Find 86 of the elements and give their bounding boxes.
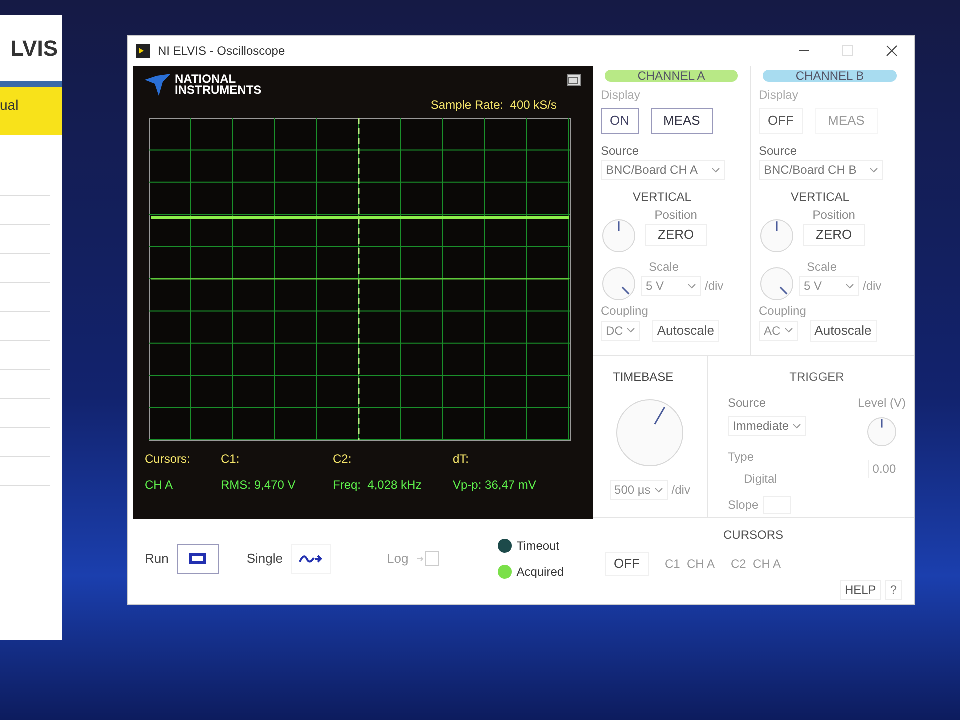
readout-value: RMS: 9,470 V <box>221 477 297 494</box>
scale-dropdown[interactable]: 5 V <box>641 276 701 296</box>
field-label: Source <box>601 143 640 160</box>
header-banner: ual <box>0 87 62 135</box>
unit-label: /div <box>672 482 690 499</box>
window-restore-icon[interactable] <box>567 74 581 86</box>
autoscale-button[interactable]: Autoscale <box>810 320 877 342</box>
readout-value: Vp-p: 36,47 mV <box>453 477 538 494</box>
trigger-source-dropdown[interactable]: Immediate <box>728 416 806 436</box>
field-label: Type <box>728 449 756 466</box>
source-dropdown[interactable]: BNC/Board CH B <box>759 160 883 180</box>
status-label: Timeout <box>516 538 560 555</box>
readout-label: C2: <box>333 451 353 468</box>
single-button[interactable] <box>291 544 331 574</box>
maximize-icon[interactable] <box>842 45 854 57</box>
scale-knob[interactable] <box>601 266 637 302</box>
readout-value: Freq: 4,028 kHz <box>333 477 423 494</box>
help-button[interactable]: HELP <box>840 580 882 600</box>
timebase-dropdown[interactable]: 500 µs <box>610 480 668 500</box>
scale-dropdown[interactable]: 5 V <box>799 276 859 296</box>
coupling-dropdown[interactable]: AC <box>759 320 798 341</box>
source-dropdown[interactable]: BNC/Board CH A <box>601 160 725 180</box>
readout-label: dT: <box>453 451 470 468</box>
section-title: CURSORS <box>722 527 784 544</box>
help-icon[interactable]: ? <box>885 580 902 600</box>
display-toggle[interactable]: ON <box>601 108 638 134</box>
autoscale-button[interactable]: Autoscale <box>652 320 720 342</box>
cursor-c1-selector: C1 CH A <box>665 556 716 573</box>
zero-button[interactable]: ZERO <box>803 224 866 246</box>
field-label: Scale <box>649 259 680 276</box>
readout-label: Cursors: <box>145 451 192 468</box>
field-label: Position <box>654 207 698 224</box>
chevron-down-icon <box>688 284 696 288</box>
meas-button[interactable]: MEAS <box>650 108 714 134</box>
field-label: Scale <box>807 259 838 276</box>
unit-label: /div <box>705 278 724 295</box>
run-label: Run <box>145 550 169 568</box>
wave-arrow-icon <box>299 553 323 565</box>
field-label: Level (V) <box>858 395 906 412</box>
section-title: VERTICAL <box>633 189 692 206</box>
logo-text: INSTRUMENTS <box>175 85 262 96</box>
field-label: Source <box>759 143 798 160</box>
close-icon[interactable] <box>886 45 898 57</box>
chevron-down-icon <box>870 168 878 172</box>
chevron-down-icon <box>793 424 802 428</box>
chevron-down-icon <box>846 284 854 288</box>
cursors-toggle[interactable]: OFF <box>605 552 649 576</box>
zero-button[interactable]: ZERO <box>645 224 708 246</box>
sample-rate: Sample Rate: 400 kS/s <box>430 97 557 114</box>
field-label: Coupling <box>759 303 808 320</box>
position-knob[interactable] <box>601 218 637 254</box>
field-label: Position <box>812 207 856 224</box>
section-title: TIMEBASE <box>613 369 674 386</box>
channel-header: CHANNEL A <box>605 70 738 82</box>
status-label: Acquired <box>516 564 564 581</box>
readout-value: CH A <box>145 477 174 494</box>
chevron-down-icon <box>712 168 720 172</box>
log-label: Log <box>387 550 409 568</box>
scale-knob[interactable] <box>759 266 795 302</box>
chevron-down-icon <box>784 328 793 334</box>
level-value: 0.00 <box>868 460 896 478</box>
position-knob[interactable] <box>759 218 795 254</box>
channel-header: CHANNEL B <box>763 70 897 82</box>
logo-text: NATIONAL <box>175 74 236 85</box>
trigger-type-value: Digital <box>744 471 778 488</box>
run-button[interactable] <box>176 544 219 574</box>
chevron-down-icon <box>627 328 636 334</box>
section-title: TRIGGER <box>788 369 846 386</box>
level-knob[interactable] <box>866 416 898 448</box>
single-label: Single <box>246 550 283 568</box>
field-label: Display <box>759 87 800 104</box>
field-label: Coupling <box>601 303 650 320</box>
timebase-knob[interactable] <box>615 398 685 468</box>
field-label: Source <box>728 395 768 412</box>
field-label: Display <box>601 87 642 104</box>
field-label: Slope <box>728 497 759 514</box>
coupling-dropdown[interactable]: DC <box>601 320 640 341</box>
display-toggle[interactable]: OFF <box>759 108 803 134</box>
section-title: VERTICAL <box>791 189 850 206</box>
window-title: NI ELVIS - Oscilloscope <box>158 43 286 60</box>
unit-label: /div <box>863 278 882 295</box>
cursor-c2-selector: C2 CH A <box>731 556 782 573</box>
readout-label: C1: <box>221 451 241 468</box>
app-icon <box>136 44 150 58</box>
save-icon[interactable] <box>416 551 441 567</box>
chevron-down-icon <box>654 488 663 492</box>
